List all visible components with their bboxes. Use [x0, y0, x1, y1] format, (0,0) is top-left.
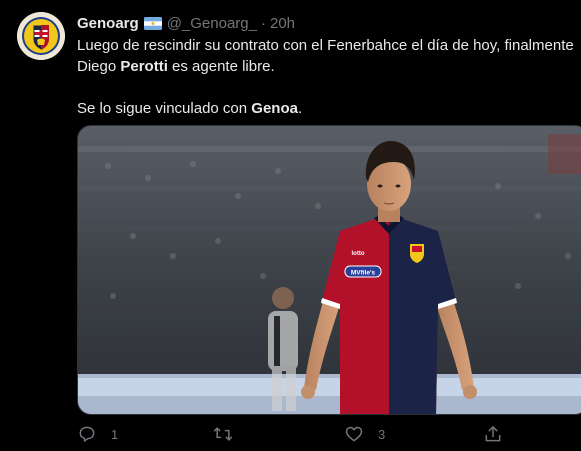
football-player-photo: MVfile's lotto — [78, 126, 581, 414]
heart-icon — [345, 426, 363, 442]
share-button[interactable] — [483, 423, 503, 445]
like-count: 3 — [378, 426, 386, 442]
text-segment: es agente libre. — [167, 58, 275, 75]
text-segment: Luego de rescindir su contrato con el Fe… — [77, 37, 574, 54]
display-name[interactable]: Genoarg — [77, 15, 139, 32]
share-icon — [485, 426, 501, 442]
jersey-brand-text: lotto — [352, 251, 365, 257]
jersey-sponsor-text: MVfile's — [351, 270, 376, 277]
like-button[interactable]: 3 — [344, 423, 385, 445]
text-bold-genoa: Genoa — [251, 100, 298, 117]
tweet-text-line: Se lo sigue vinculado con Genoa. — [77, 98, 577, 119]
tweet[interactable]: Genoarg @_Genoarg_ · 20h Luego de rescin… — [0, 0, 581, 451]
tweet-text: Luego de rescindir su contrato con el Fe… — [77, 35, 577, 119]
reply-button[interactable]: 1 — [77, 423, 118, 445]
retweet-button[interactable] — [213, 423, 247, 445]
avatar[interactable] — [17, 12, 65, 60]
text-bold-perotti: Perotti — [120, 58, 168, 75]
tweet-photo[interactable]: MVfile's lotto — [77, 125, 581, 415]
genoa-crest-icon — [17, 12, 65, 60]
argentina-flag-icon — [143, 16, 162, 30]
tweet-timestamp[interactable]: 20h — [270, 15, 295, 32]
tweet-actions: 1 3 — [77, 423, 507, 445]
text-segment: Se lo sigue vinculado con — [77, 100, 252, 117]
text-segment: . — [297, 100, 303, 117]
reply-count: 1 — [111, 426, 119, 442]
tweet-text-line: Diego Perotti es agente libre. — [77, 56, 577, 77]
user-handle[interactable]: @_Genoarg_ — [167, 15, 257, 32]
header-separator: · — [260, 14, 266, 32]
tweet-header: Genoarg @_Genoarg_ · 20h — [77, 13, 295, 33]
retweet-icon — [213, 427, 233, 441]
tweet-text-line: Luego de rescindir su contrato con el Fe… — [77, 35, 577, 56]
text-segment: Diego — [77, 58, 121, 75]
reply-icon — [79, 426, 95, 442]
